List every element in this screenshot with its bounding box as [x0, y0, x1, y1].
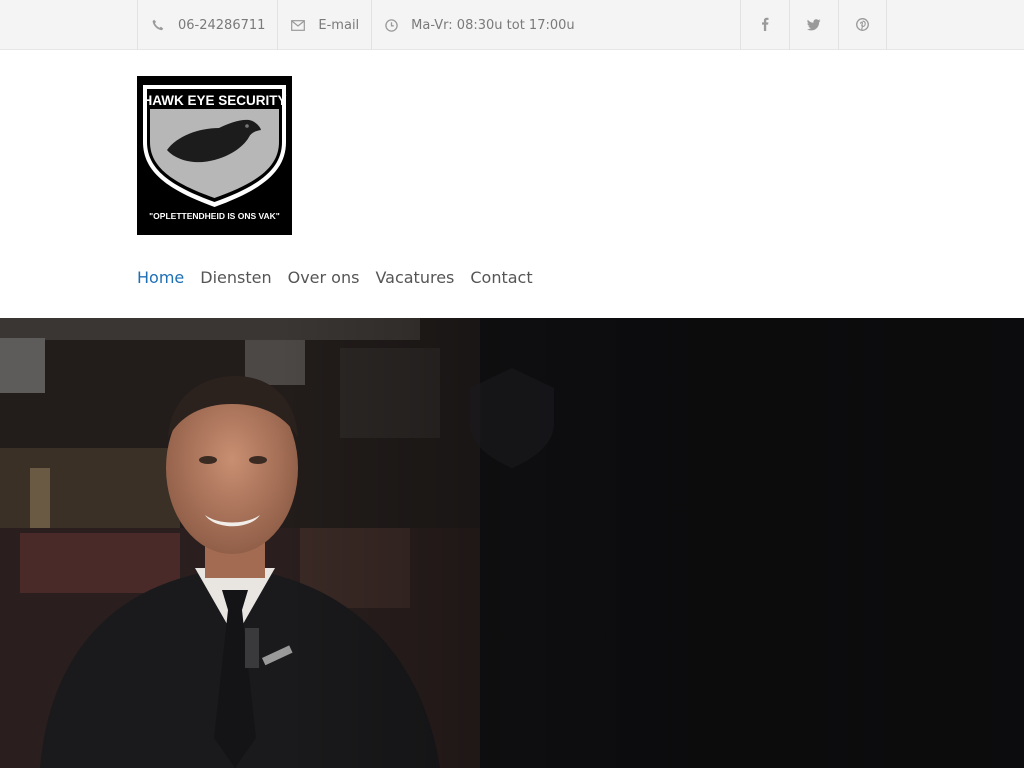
- phone-number: 06-24286711: [178, 17, 266, 33]
- phone-icon: [151, 18, 165, 32]
- email-link: E-mail: [318, 17, 360, 33]
- hero-photo: [0, 318, 1024, 768]
- hours-info: Ma-Vr: 08:30u tot 17:00u: [372, 0, 586, 50]
- pinterest-icon: [856, 16, 869, 35]
- hero-banner: [0, 318, 1024, 768]
- email-contact[interactable]: E-mail: [278, 0, 373, 50]
- logo-title: HAWK EYE SECURITY: [142, 93, 286, 108]
- phone-contact[interactable]: 06-24286711: [138, 0, 279, 50]
- top-bar-inner: 06-24286711 E-mail Ma-Vr: 08:30u tot 17:…: [137, 0, 887, 50]
- envelope-icon: [291, 18, 306, 32]
- facebook-link[interactable]: [740, 0, 789, 50]
- nav-item-vacatures[interactable]: Vacatures: [375, 268, 454, 287]
- nav-item-over-ons[interactable]: Over ons: [288, 268, 360, 287]
- logo-slogan: "OPLETTENDHEID IS ONS VAK": [149, 211, 280, 221]
- pinterest-link[interactable]: [838, 0, 887, 50]
- top-bar-spacer: [587, 0, 740, 50]
- main-nav: Home Diensten Over ons Vacatures Contact: [137, 268, 549, 287]
- clock-icon: [384, 18, 398, 32]
- nav-item-diensten[interactable]: Diensten: [200, 268, 271, 287]
- opening-hours: Ma-Vr: 08:30u tot 17:00u: [411, 17, 575, 33]
- facebook-icon: [761, 16, 769, 35]
- site-logo[interactable]: HAWK EYE SECURITY "OPLETTENDHEID IS ONS …: [137, 76, 292, 235]
- nav-item-contact[interactable]: Contact: [470, 268, 532, 287]
- twitter-link[interactable]: [789, 0, 838, 50]
- top-bar: 06-24286711 E-mail Ma-Vr: 08:30u tot 17:…: [0, 0, 1024, 50]
- nav-item-home[interactable]: Home: [137, 268, 184, 287]
- twitter-icon: [807, 16, 821, 35]
